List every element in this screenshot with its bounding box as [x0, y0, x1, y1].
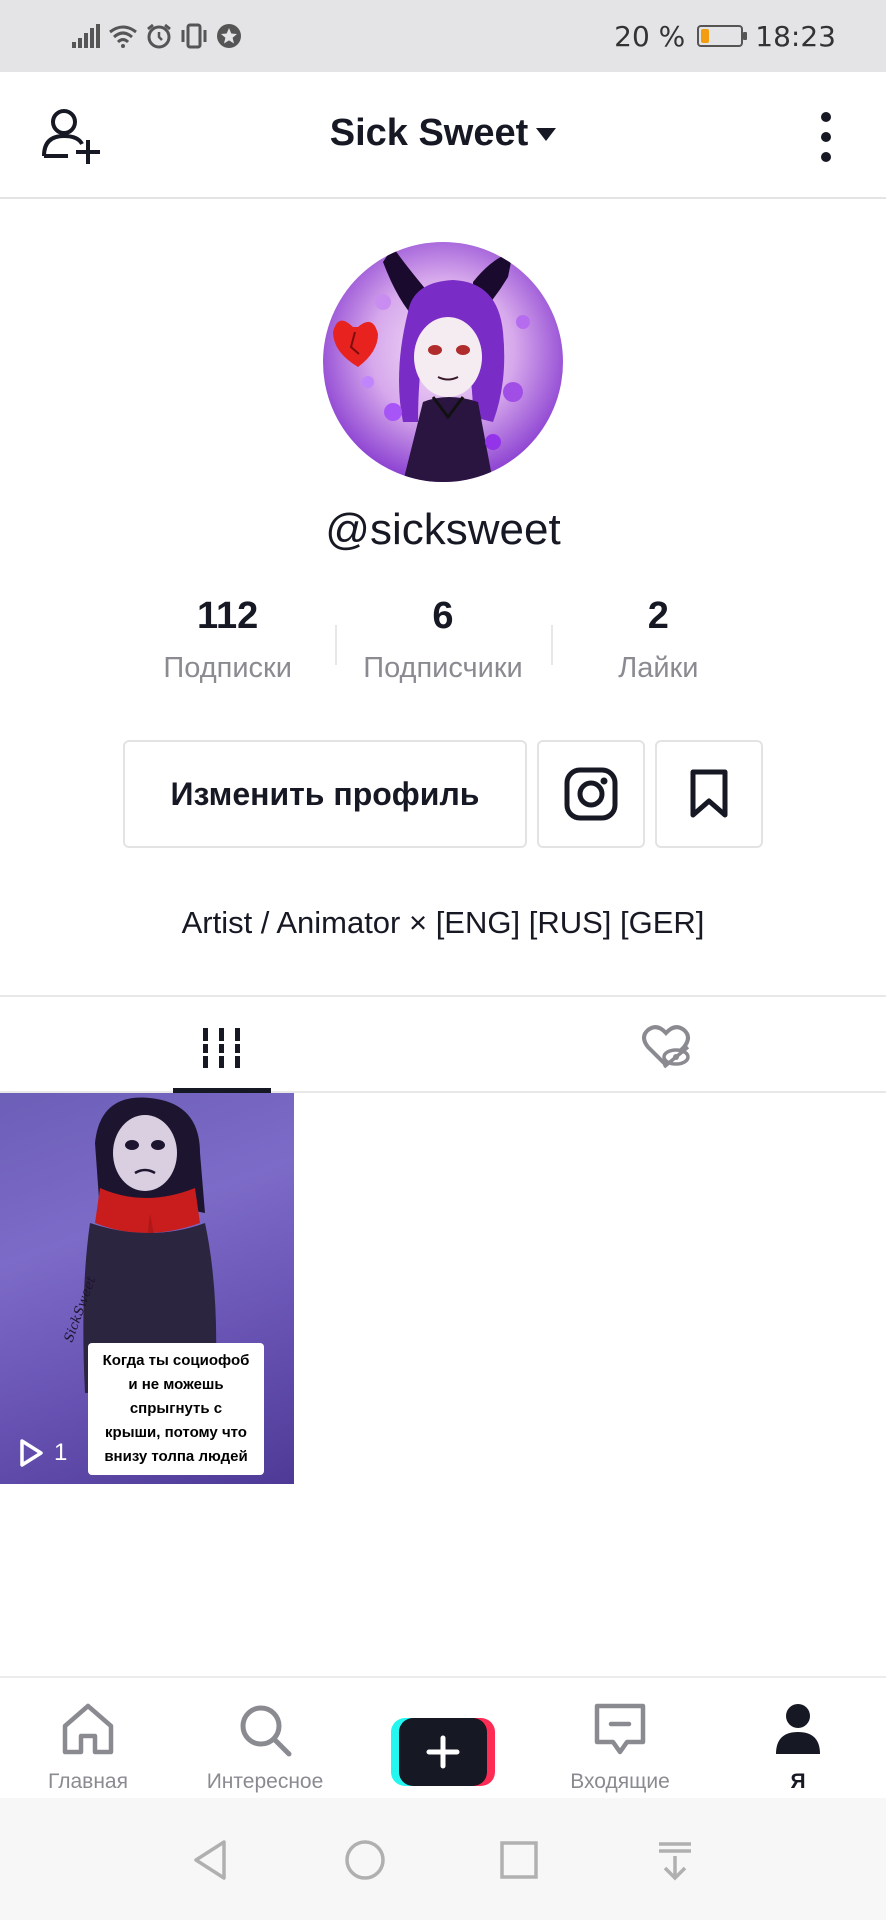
video-thumbnail[interactable]: SickSweet Когда ты социофоб и не можешь …: [0, 1093, 294, 1484]
caption-line: внизу толпа людей: [104, 1448, 248, 1465]
status-icons: [72, 23, 242, 49]
home-icon: [62, 1703, 114, 1755]
username: @sicksweet: [325, 505, 561, 554]
search-icon: [240, 1705, 292, 1757]
recents-icon[interactable]: [499, 1838, 539, 1882]
tab-videos[interactable]: [173, 1025, 271, 1095]
likes-count: 2: [647, 595, 669, 637]
caption-line: Когда ты социофоб: [102, 1352, 250, 1369]
vibrate-icon: [181, 23, 207, 49]
thumbnail-caption: Когда ты социофоб и не можешь спрыгнуть …: [88, 1343, 264, 1475]
likes-stat[interactable]: 2 Лайки: [550, 595, 766, 695]
system-navigation: [0, 1798, 886, 1920]
nav-inbox-label: Входящие: [570, 1770, 670, 1793]
wifi-icon: [109, 25, 137, 48]
plus-icon: [426, 1735, 460, 1769]
play-outline-icon: [20, 1439, 43, 1467]
nav-profile[interactable]: Я: [718, 1678, 878, 1800]
signal-icon: [72, 24, 100, 48]
tab-liked[interactable]: [640, 1023, 692, 1071]
profile-icon: [776, 1704, 820, 1754]
dot: [821, 132, 831, 142]
favorites-button[interactable]: [655, 740, 763, 848]
following-count: 112: [197, 595, 259, 637]
battery-percent: 20 %: [614, 19, 686, 53]
instagram-button[interactable]: [537, 740, 645, 848]
back-icon[interactable]: [190, 1838, 230, 1882]
content-tabs: [0, 995, 886, 1093]
create-button-face: [399, 1718, 487, 1786]
account-switcher[interactable]: Sick Sweet: [0, 112, 886, 155]
account-name: Sick Sweet: [329, 112, 529, 154]
caption-line: крыши, потому что: [105, 1424, 247, 1441]
star-badge-icon: [217, 24, 241, 48]
nav-home[interactable]: Главная: [8, 1678, 168, 1800]
clock: 18:23: [755, 19, 836, 53]
alarm-icon: [147, 23, 171, 49]
following-label: Подписки: [163, 652, 292, 684]
status-bar: 20 % 18:23: [0, 0, 886, 72]
notification-pulldown-icon[interactable]: [655, 1838, 695, 1882]
caption-line: спрыгнуть с: [129, 1400, 223, 1417]
profile-bio: Artist / Animator × [ENG] [RUS] [GER]: [181, 905, 705, 940]
grid-bars-icon: [203, 1028, 240, 1068]
followers-label: Подписчики: [363, 652, 523, 684]
caption-line: и не можешь: [128, 1376, 224, 1393]
avatar-illustration: [333, 247, 530, 482]
caret-down-icon: [536, 128, 557, 142]
view-count-value: 1: [54, 1439, 68, 1466]
battery-level: [701, 29, 709, 43]
view-count: 1: [18, 1438, 67, 1468]
edit-profile-button[interactable]: Изменить профиль: [123, 740, 527, 848]
battery-icon: [697, 25, 748, 47]
nav-profile-label: Я: [790, 1770, 806, 1793]
nav-discover-label: Интересное: [206, 1770, 324, 1793]
profile-header: Sick Sweet: [0, 72, 886, 199]
bottom-navigation: Главная Интересное Входящие Я: [0, 1676, 886, 1798]
dot: [821, 112, 831, 122]
dot: [821, 152, 831, 162]
nav-home-label: Главная: [48, 1770, 128, 1793]
instagram-icon: [564, 767, 618, 821]
followers-stat[interactable]: 6 Подписчики: [335, 595, 550, 695]
avatar[interactable]: [323, 242, 563, 482]
inbox-icon: [594, 1703, 646, 1755]
hidden-heart-icon: [642, 1025, 690, 1069]
followers-count: 6: [432, 595, 454, 637]
nav-discover[interactable]: Интересное: [185, 1678, 345, 1800]
following-stat[interactable]: 112 Подписки: [120, 595, 335, 695]
bookmark-icon: [690, 769, 728, 818]
nav-inbox[interactable]: Входящие: [540, 1678, 700, 1800]
create-video-button[interactable]: [391, 1718, 495, 1786]
more-options-button[interactable]: [818, 112, 834, 162]
profile-stats: 112 Подписки 6 Подписчики 2 Лайки: [120, 595, 766, 695]
home-circle-icon[interactable]: [343, 1838, 387, 1882]
likes-label: Лайки: [618, 652, 699, 684]
